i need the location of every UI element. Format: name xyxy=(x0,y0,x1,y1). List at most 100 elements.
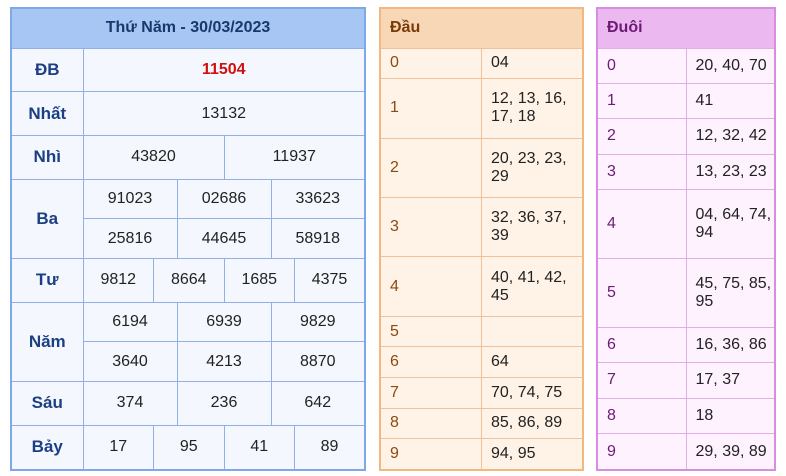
dau-values: 64 xyxy=(481,346,584,378)
prize-value-ba: 91023 xyxy=(82,178,178,220)
dau-digit: 7 xyxy=(379,376,482,409)
dau-values xyxy=(481,315,584,348)
dau-table: Đầu 0 04 1 12, 13, 16, 17, 18 2 20, 23, 23,… xyxy=(379,7,584,471)
prize-value-ba: 33623 xyxy=(270,178,366,220)
dau-row: 8 85, 86, 89 xyxy=(379,407,584,440)
dau-values: 40, 41, 42, 45 xyxy=(481,256,584,317)
duoi-values: 12, 32, 42 xyxy=(685,118,776,155)
dau-row: 9 94, 95 xyxy=(379,438,584,471)
duoi-row: 2 12, 32, 42 xyxy=(596,118,776,155)
prize-value-tu: 4375 xyxy=(294,257,366,303)
duoi-row: 8 18 xyxy=(596,397,776,435)
duoi-values: 45, 75, 85, 95 xyxy=(685,257,776,328)
prize-row-bay: Bảy 17 95 41 89 xyxy=(10,424,366,471)
prize-row-tu: Tư 9812 8664 1685 4375 xyxy=(10,257,366,303)
prize-value-tu: 1685 xyxy=(223,257,295,303)
prize-value-ba: 58918 xyxy=(270,218,366,259)
prize-value-bay: 41 xyxy=(223,424,295,471)
duoi-row: 5 45, 75, 85, 95 xyxy=(596,257,776,328)
prize-label-nam: Năm xyxy=(10,301,84,382)
dau-digit: 6 xyxy=(379,346,482,378)
prize-row-nhi: Nhì 43820 11937 xyxy=(10,135,366,180)
duoi-digit: 7 xyxy=(596,362,687,399)
prize-value-ba: 25816 xyxy=(82,218,178,259)
prize-row-nam: Năm 6194 6939 9829 xyxy=(10,301,366,382)
prize-value-nhi: 43820 xyxy=(82,135,225,180)
prize-value-nam: 9829 xyxy=(270,301,366,343)
dau-header: Đầu xyxy=(379,7,584,49)
duoi-table: Đuôi 0 20, 40, 70 1 41 2 12, 32, 42 3 13, 23… xyxy=(596,7,776,471)
duoi-row: 6 16, 36, 86 xyxy=(596,326,776,364)
prize-label-nhat: Nhất xyxy=(10,91,84,136)
prize-value-bay: 89 xyxy=(294,424,366,471)
duoi-values: 13, 23, 23 xyxy=(685,153,776,191)
prize-value-ba: 02686 xyxy=(176,178,272,220)
duoi-digit: 5 xyxy=(596,257,687,328)
dau-row: 4 40, 41, 42, 45 xyxy=(379,256,584,317)
duoi-digit: 9 xyxy=(596,433,687,471)
results-title: Thứ Năm - 30/03/2023 xyxy=(10,7,366,49)
prize-label-ba: Ba xyxy=(10,178,84,259)
prize-label-db: ĐB xyxy=(10,47,84,93)
dau-row: 1 12, 13, 16, 17, 18 xyxy=(379,78,584,139)
duoi-values: 18 xyxy=(685,397,776,435)
dau-values: 94, 95 xyxy=(481,438,584,471)
duoi-digit: 3 xyxy=(596,153,687,191)
prize-row-db: ĐB 11504 xyxy=(10,47,366,93)
duoi-row: 7 17, 37 xyxy=(596,362,776,399)
duoi-digit: 2 xyxy=(596,118,687,155)
duoi-row: 4 04, 64, 74, 94 xyxy=(596,189,776,259)
duoi-row: 0 20, 40, 70 xyxy=(596,47,776,84)
dau-digit: 3 xyxy=(379,196,482,258)
duoi-values: 29, 39, 89 xyxy=(685,433,776,471)
dau-row: 3 32, 36, 37, 39 xyxy=(379,196,584,258)
duoi-header: Đuôi xyxy=(596,7,776,49)
dau-digit: 4 xyxy=(379,256,482,317)
duoi-digit: 0 xyxy=(596,47,687,84)
prize-value-tu: 9812 xyxy=(82,257,154,303)
duoi-digit: 8 xyxy=(596,397,687,435)
prize-value-bay: 95 xyxy=(153,424,225,471)
prize-value-ba: 44645 xyxy=(176,218,272,259)
dau-values: 12, 13, 16, 17, 18 xyxy=(481,78,584,139)
duoi-row: 1 41 xyxy=(596,82,776,120)
prize-row-ba: Ba 91023 02686 33623 xyxy=(10,178,366,259)
duoi-values: 20, 40, 70 xyxy=(685,47,776,84)
dau-digit: 5 xyxy=(379,315,482,348)
prize-value-nam: 6939 xyxy=(176,301,272,343)
prize-value-nhi: 11937 xyxy=(223,135,366,180)
prize-value-bay: 17 xyxy=(82,424,154,471)
prize-value-sau: 374 xyxy=(82,380,178,426)
duoi-values: 16, 36, 86 xyxy=(685,326,776,364)
dau-values: 70, 74, 75 xyxy=(481,376,584,409)
prize-label-nhi: Nhì xyxy=(10,135,84,180)
dau-row: 5 xyxy=(379,315,584,348)
dau-digit: 8 xyxy=(379,407,482,440)
prize-value-nam: 4213 xyxy=(176,341,272,382)
prize-value-nam: 8870 xyxy=(270,341,366,382)
dau-values: 20, 23, 23, 29 xyxy=(481,137,584,198)
duoi-row: 9 29, 39, 89 xyxy=(596,433,776,471)
dau-row: 7 70, 74, 75 xyxy=(379,376,584,409)
dau-values: 85, 86, 89 xyxy=(481,407,584,440)
dau-digit: 2 xyxy=(379,137,482,198)
prize-value-tu: 8664 xyxy=(153,257,225,303)
dau-digit: 9 xyxy=(379,438,482,471)
dau-values: 04 xyxy=(481,47,584,80)
duoi-row: 3 13, 23, 23 xyxy=(596,153,776,191)
dau-values: 32, 36, 37, 39 xyxy=(481,196,584,258)
prize-row-nhat: Nhất 13132 xyxy=(10,91,366,136)
prize-label-bay: Bảy xyxy=(10,424,84,471)
duoi-values: 17, 37 xyxy=(685,362,776,399)
prize-label-tu: Tư xyxy=(10,257,84,303)
prize-value-nam: 3640 xyxy=(82,341,178,382)
dau-row: 6 64 xyxy=(379,346,584,378)
duoi-values: 41 xyxy=(685,82,776,120)
dau-row: 2 20, 23, 23, 29 xyxy=(379,137,584,198)
prize-label-sau: Sáu xyxy=(10,380,84,426)
dau-digit: 0 xyxy=(379,47,482,80)
duoi-digit: 1 xyxy=(596,82,687,120)
prize-value-sau: 642 xyxy=(270,380,366,426)
duoi-digit: 4 xyxy=(596,189,687,259)
results-table: Thứ Năm - 30/03/2023 ĐB 11504 Nhất 13132… xyxy=(10,7,366,471)
